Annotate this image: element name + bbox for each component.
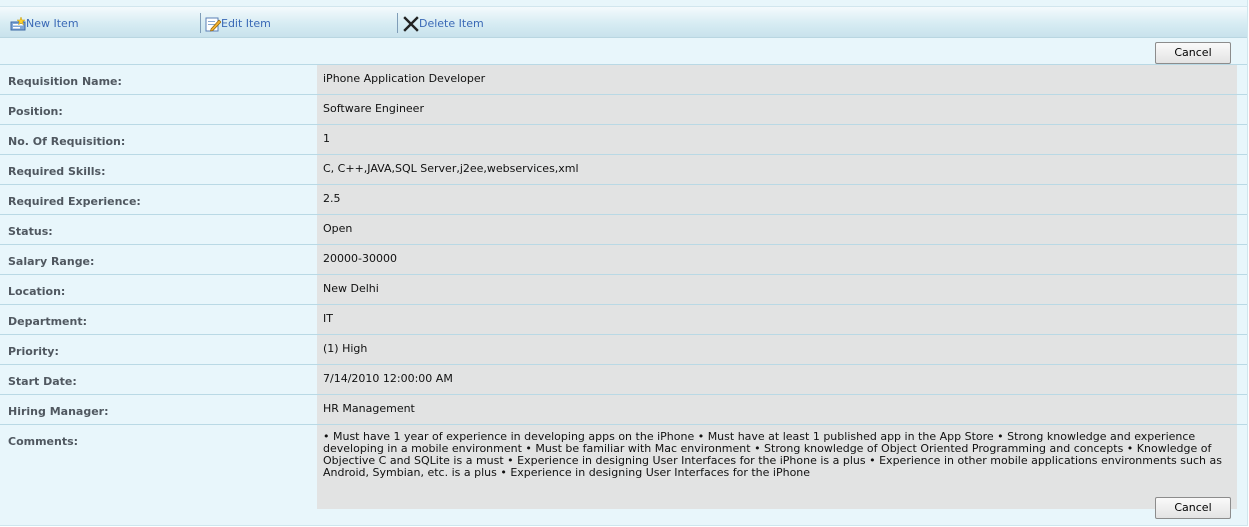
field-row: Department: IT [0,304,1247,335]
toolbar-divider [200,13,201,33]
field-row: Hiring Manager: HR Management [0,394,1247,425]
field-label: No. Of Requisition: [0,124,317,155]
delete-item-button[interactable]: Delete Item [403,16,484,32]
field-value: Open [317,214,1237,245]
field-value: 1 [317,124,1237,155]
field-label: Position: [0,94,317,125]
field-row: Priority: (1) High [0,334,1247,365]
new-item-button[interactable]: New Item [10,16,79,32]
field-value: 7/14/2010 12:00:00 AM [317,364,1237,395]
toolbar-divider [397,13,398,33]
field-label: Salary Range: [0,244,317,275]
cancel-button-top[interactable]: Cancel [1155,42,1231,64]
field-value: Software Engineer [317,94,1237,125]
field-value: IT [317,304,1237,335]
new-item-label: New Item [26,17,79,30]
field-label: Hiring Manager: [0,394,317,425]
field-label: Department: [0,304,317,335]
delete-item-label: Delete Item [419,17,484,30]
field-value: HR Management [317,394,1237,425]
edit-item-button[interactable]: Edit Item [205,16,271,32]
field-row: Requisition Name: iPhone Application Dev… [0,64,1247,95]
field-label: Priority: [0,334,317,365]
field-label: Start Date: [0,364,317,395]
field-value: C, C++,JAVA,SQL Server,j2ee,webservices,… [317,154,1237,185]
field-value: 2.5 [317,184,1237,215]
field-row: Salary Range: 20000-30000 [0,244,1247,275]
item-toolbar: New Item Edit Item Delete Item [0,6,1247,38]
field-value: 20000-30000 [317,244,1237,275]
field-value: (1) High [317,334,1237,365]
new-item-icon [10,16,26,32]
edit-item-label: Edit Item [221,17,271,30]
field-row: Required Experience: 2.5 [0,184,1247,215]
edit-item-icon [205,16,222,32]
field-row: No. Of Requisition: 1 [0,124,1247,155]
field-label: Required Experience: [0,184,317,215]
field-label: Location: [0,274,317,305]
field-row: Required Skills: C, C++,JAVA,SQL Server,… [0,154,1247,185]
field-value: iPhone Application Developer [317,64,1237,95]
field-label: Status: [0,214,317,245]
field-label: Required Skills: [0,154,317,185]
item-detail-form: Requisition Name: iPhone Application Dev… [0,64,1247,509]
item-panel: New Item Edit Item Delete Item Cancel Re… [0,0,1248,526]
delete-x-icon [403,16,419,32]
field-label: Requisition Name: [0,64,317,95]
comments-label: Comments: [0,424,317,509]
field-row: Position: Software Engineer [0,94,1247,125]
page: New Item Edit Item Delete Item Cancel Re… [0,0,1249,527]
field-row: Status: Open [0,214,1247,245]
cancel-button-bottom[interactable]: Cancel [1155,497,1231,519]
comments-row: Comments: • Must have 1 year of experien… [0,424,1247,509]
field-row: Start Date: 7/14/2010 12:00:00 AM [0,364,1247,395]
field-row: Location: New Delhi [0,274,1247,305]
field-value: New Delhi [317,274,1237,305]
comments-value: • Must have 1 year of experience in deve… [317,424,1237,509]
